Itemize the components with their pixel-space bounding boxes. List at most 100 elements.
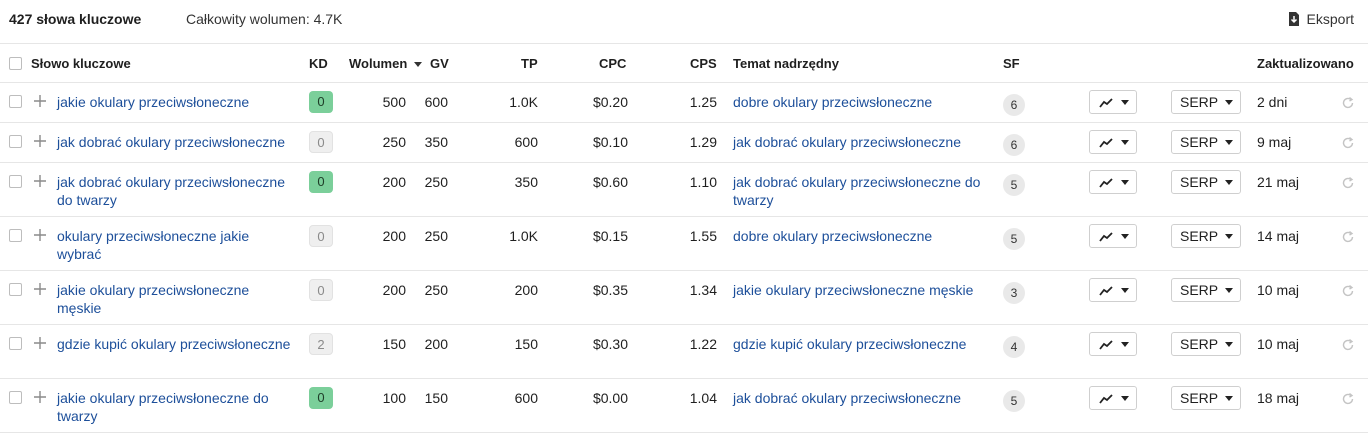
- trend-dropdown[interactable]: [1089, 224, 1137, 248]
- serp-dropdown[interactable]: SERP: [1171, 278, 1241, 302]
- sf-badge[interactable]: 6: [1003, 94, 1025, 116]
- table-row: jak dobrać okulary przeciwsłoneczne 0 250 3…: [0, 123, 1368, 163]
- plus-icon[interactable]: [33, 228, 47, 242]
- tp-value: 600: [514, 134, 538, 150]
- sf-badge[interactable]: 6: [1003, 134, 1025, 156]
- sf-badge[interactable]: 5: [1003, 228, 1025, 250]
- parent-topic-link[interactable]: dobre okulary przeciwsłoneczne: [733, 93, 995, 111]
- trend-chart-icon: [1099, 394, 1113, 404]
- keyword-link[interactable]: gdzie kupić okulary przeciwsłoneczne: [57, 335, 297, 353]
- plus-icon[interactable]: [33, 134, 47, 148]
- tp-value: 150: [514, 336, 538, 352]
- column-cps[interactable]: CPS: [690, 56, 717, 71]
- kd-badge: 0: [309, 171, 333, 193]
- gv-value: 150: [424, 390, 448, 406]
- tp-value: 1.0K: [509, 228, 538, 244]
- row-checkbox[interactable]: [9, 391, 22, 404]
- plus-icon[interactable]: [33, 336, 47, 350]
- column-parent-topic[interactable]: Temat nadrzędny: [733, 56, 839, 71]
- table-row: jak dobrać okulary przeciwsłoneczne do t…: [0, 163, 1368, 217]
- updated-value: 14 maj: [1257, 228, 1300, 244]
- serp-label: SERP: [1180, 282, 1219, 298]
- trend-dropdown[interactable]: [1089, 90, 1137, 114]
- sort-down-icon: [413, 61, 422, 67]
- serp-dropdown[interactable]: SERP: [1171, 386, 1241, 410]
- sf-badge[interactable]: 5: [1003, 390, 1025, 412]
- caret-down-icon: [1121, 180, 1129, 185]
- plus-icon[interactable]: [33, 282, 47, 296]
- serp-dropdown[interactable]: SERP: [1171, 170, 1241, 194]
- parent-topic-link[interactable]: dobre okulary przeciwsłoneczne: [733, 227, 995, 245]
- select-all-checkbox[interactable]: [9, 57, 22, 70]
- row-checkbox[interactable]: [9, 95, 22, 108]
- cps-value: 1.10: [689, 174, 717, 190]
- sf-badge[interactable]: 4: [1003, 336, 1025, 358]
- column-keyword[interactable]: Słowo kluczowe: [31, 56, 131, 71]
- plus-icon[interactable]: [33, 174, 47, 188]
- row-checkbox[interactable]: [9, 229, 22, 242]
- kd-badge: 0: [309, 225, 333, 247]
- keyword-link[interactable]: jak dobrać okulary przeciwsłoneczne: [57, 133, 297, 151]
- plus-icon[interactable]: [33, 390, 47, 404]
- column-updated[interactable]: Zaktualizowano: [1257, 56, 1354, 71]
- keyword-link[interactable]: jakie okulary przeciwsłoneczne: [57, 93, 297, 111]
- parent-topic-link[interactable]: jak dobrać okulary przeciwsłoneczne: [733, 133, 995, 151]
- trend-dropdown[interactable]: [1089, 170, 1137, 194]
- tp-value: 600: [514, 390, 538, 406]
- row-checkbox[interactable]: [9, 337, 22, 350]
- parent-topic-link[interactable]: gdzie kupić okulary przeciwsłoneczne: [733, 335, 995, 353]
- row-checkbox[interactable]: [9, 283, 22, 296]
- refresh-icon[interactable]: [1341, 392, 1355, 406]
- plus-icon[interactable]: [33, 94, 47, 108]
- column-gv[interactable]: GV: [430, 56, 449, 71]
- parent-topic-link[interactable]: jak dobrać okulary przeciwsłoneczne: [733, 389, 995, 407]
- trend-dropdown[interactable]: [1089, 386, 1137, 410]
- serp-label: SERP: [1180, 390, 1219, 406]
- row-checkbox[interactable]: [9, 175, 22, 188]
- trend-dropdown[interactable]: [1089, 130, 1137, 154]
- table-row: gdzie kupić okulary przeciwsłoneczne 2 150…: [0, 325, 1368, 379]
- parent-topic-link[interactable]: jak dobrać okulary przeciwsłoneczne do t…: [733, 173, 995, 209]
- caret-down-icon: [1225, 396, 1233, 401]
- refresh-icon[interactable]: [1341, 230, 1355, 244]
- caret-down-icon: [1225, 288, 1233, 293]
- column-cpc[interactable]: CPC: [599, 56, 626, 71]
- serp-label: SERP: [1180, 174, 1219, 190]
- parent-topic-link[interactable]: jakie okulary przeciwsłoneczne męskie: [733, 281, 995, 299]
- refresh-icon[interactable]: [1341, 176, 1355, 190]
- gv-value: 350: [424, 134, 448, 150]
- serp-dropdown[interactable]: SERP: [1171, 130, 1241, 154]
- serp-dropdown[interactable]: SERP: [1171, 224, 1241, 248]
- trend-dropdown[interactable]: [1089, 332, 1137, 356]
- serp-dropdown[interactable]: SERP: [1171, 90, 1241, 114]
- row-checkbox[interactable]: [9, 135, 22, 148]
- cps-value: 1.55: [689, 228, 717, 244]
- keyword-link[interactable]: jakie okulary przeciwsłoneczne męskie: [57, 281, 297, 317]
- volume-value: 200: [382, 174, 406, 190]
- column-volume[interactable]: Wolumen: [349, 56, 422, 71]
- refresh-icon[interactable]: [1341, 284, 1355, 298]
- trend-dropdown[interactable]: [1089, 278, 1137, 302]
- serp-label: SERP: [1180, 134, 1219, 150]
- refresh-icon[interactable]: [1341, 96, 1355, 110]
- column-tp[interactable]: TP: [521, 56, 538, 71]
- sf-badge[interactable]: 5: [1003, 174, 1025, 196]
- caret-down-icon: [1121, 288, 1129, 293]
- keyword-link[interactable]: jak dobrać okulary przeciwsłoneczne do t…: [57, 173, 297, 209]
- cpc-value: $0.60: [592, 174, 628, 190]
- keyword-link[interactable]: jakie okulary przeciwsłoneczne do twarzy: [57, 389, 297, 425]
- cps-value: 1.04: [689, 390, 717, 406]
- keyword-link[interactable]: okulary przeciwsłoneczne jakie wybrać: [57, 227, 297, 263]
- sf-badge[interactable]: 3: [1003, 282, 1025, 304]
- refresh-icon[interactable]: [1341, 338, 1355, 352]
- serp-dropdown[interactable]: SERP: [1171, 332, 1241, 356]
- export-button[interactable]: Eksport: [1288, 11, 1354, 27]
- updated-value: 18 maj: [1257, 390, 1300, 406]
- serp-label: SERP: [1180, 94, 1219, 110]
- kd-badge: 0: [309, 91, 333, 113]
- column-kd[interactable]: KD: [309, 56, 328, 71]
- refresh-icon[interactable]: [1341, 136, 1355, 150]
- column-sf[interactable]: SF: [1003, 56, 1020, 71]
- trend-chart-icon: [1099, 178, 1113, 188]
- cpc-value: $0.30: [592, 336, 628, 352]
